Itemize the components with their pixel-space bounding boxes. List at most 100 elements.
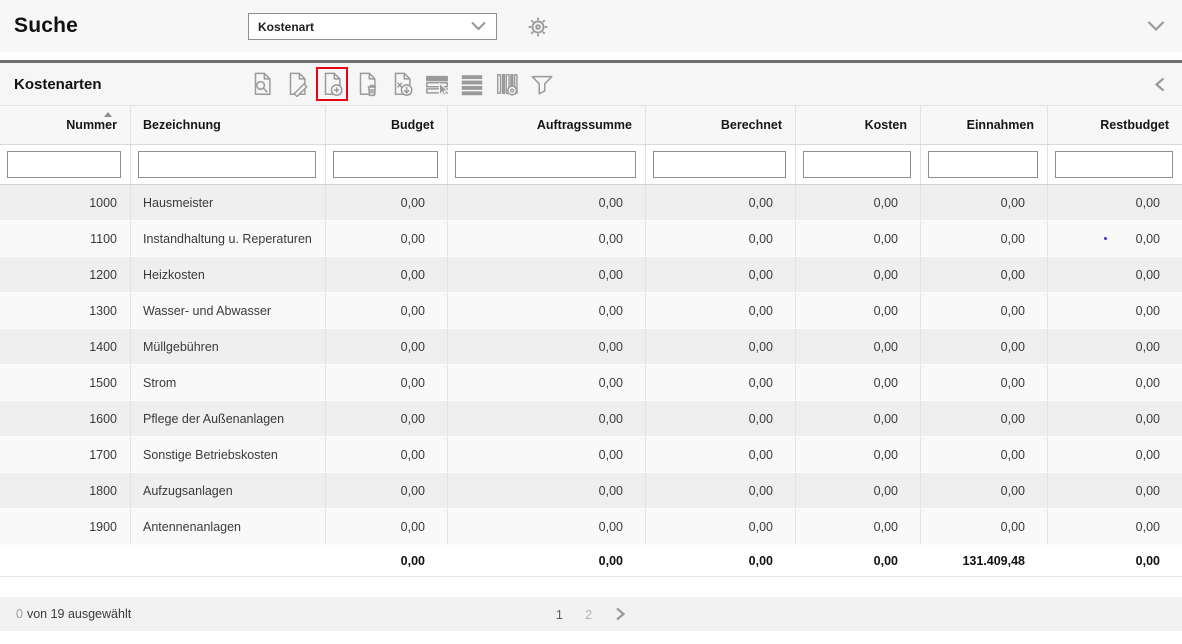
cell-bezeichnung: Wasser- und Abwasser	[130, 293, 325, 328]
page-button-2[interactable]: 2	[585, 607, 592, 622]
delete-button[interactable]	[351, 67, 383, 101]
cell-berechnet: 0,00	[645, 401, 795, 436]
cell-bezeichnung: Sonstige Betriebskosten	[130, 437, 325, 472]
column-header-kosten[interactable]: Kosten	[795, 106, 920, 144]
table-select-icon	[424, 71, 450, 97]
filter-input-kosten[interactable]	[803, 151, 911, 178]
footer: 0von 19 ausgewählt 1 2	[0, 597, 1182, 631]
table-row-1800[interactable]: 1800Aufzugsanlagen0,000,000,000,000,000,…	[0, 473, 1182, 509]
search-type-dropdown[interactable]: Kostenart	[248, 13, 497, 40]
cell-auftragssumme: 0,00	[447, 329, 645, 364]
total-berechnet: 0,00	[645, 545, 795, 576]
filter-input-bezeichnung[interactable]	[138, 151, 316, 178]
add-button[interactable]	[316, 67, 348, 101]
table-row-1600[interactable]: 1600Pflege der Außenanlagen0,000,000,000…	[0, 401, 1182, 437]
column-header-nummer[interactable]: Nummer	[0, 106, 130, 144]
cell-budget: 0,00	[325, 221, 447, 256]
filter-cell-restbudget	[1047, 145, 1182, 184]
cell-berechnet: 0,00	[645, 329, 795, 364]
cell-nummer: 1900	[0, 509, 130, 544]
row-layout-button[interactable]	[456, 67, 488, 101]
cell-restbudget: 0,00	[1047, 257, 1182, 292]
cell-berechnet: 0,00	[645, 185, 795, 220]
table-row-1000[interactable]: 1000Hausmeister0,000,000,000,000,000,00	[0, 185, 1182, 221]
edit-button[interactable]	[281, 67, 313, 101]
filter-input-budget[interactable]	[333, 151, 438, 178]
cell-bezeichnung: Pflege der Außenanlagen	[130, 401, 325, 436]
table-row-1700[interactable]: 1700Sonstige Betriebskosten0,000,000,000…	[0, 437, 1182, 473]
column-label: Berechnet	[721, 118, 782, 132]
filter-input-einnahmen[interactable]	[928, 151, 1038, 178]
next-page-icon[interactable]	[614, 606, 626, 622]
collapse-panel-icon[interactable]	[1154, 76, 1166, 98]
cell-auftragssumme: 0,00	[447, 221, 645, 256]
total-nummer	[0, 545, 130, 576]
export-button[interactable]	[386, 67, 418, 101]
select-mode-button[interactable]	[421, 67, 453, 101]
table-row-1400[interactable]: 1400Müllgebühren0,000,000,000,000,000,00	[0, 329, 1182, 365]
filter-cell-budget	[325, 145, 447, 184]
column-header-bezeichnung[interactable]: Bezeichnung	[130, 106, 325, 144]
cell-budget: 0,00	[325, 185, 447, 220]
cell-restbudget: 0,00	[1047, 329, 1182, 364]
filter-input-berechnet[interactable]	[653, 151, 786, 178]
cell-bezeichnung: Antennenanlagen	[130, 509, 325, 544]
cell-kosten: 0,00	[795, 257, 920, 292]
cell-berechnet: 0,00	[645, 437, 795, 472]
cell-einnahmen: 0,00	[920, 473, 1047, 508]
column-label: Bezeichnung	[143, 118, 221, 132]
cell-nummer: 1600	[0, 401, 130, 436]
column-settings-button[interactable]	[491, 67, 523, 101]
settings-gear-icon[interactable]	[524, 13, 551, 40]
section-gap	[0, 52, 1182, 60]
search-type-value: Kostenart	[258, 20, 314, 34]
rows-icon	[459, 71, 485, 97]
cell-einnahmen: 0,00	[920, 293, 1047, 328]
filter-button[interactable]	[526, 67, 558, 101]
column-header-berechnet[interactable]: Berechnet	[645, 106, 795, 144]
column-label: Auftragssumme	[537, 118, 632, 132]
cell-budget: 0,00	[325, 509, 447, 544]
column-header-einnahmen[interactable]: Einnahmen	[920, 106, 1047, 144]
table-row-1100[interactable]: 1100Instandhaltung u. Reperaturen0,000,0…	[0, 221, 1182, 257]
collapse-search-icon[interactable]	[1146, 19, 1166, 37]
column-header-budget[interactable]: Budget	[325, 106, 447, 144]
cell-kosten: 0,00	[795, 221, 920, 256]
total-restbudget: 0,00	[1047, 545, 1182, 576]
document-edit-icon	[284, 71, 310, 97]
panel-header-bar: Kostenarten	[0, 63, 1182, 105]
pagination: 1 2	[0, 606, 1182, 622]
cell-auftragssumme: 0,00	[447, 293, 645, 328]
table-body: 1000Hausmeister0,000,000,000,000,000,001…	[0, 185, 1182, 545]
table-row-1200[interactable]: 1200Heizkosten0,000,000,000,000,000,00	[0, 257, 1182, 293]
cell-kosten: 0,00	[795, 401, 920, 436]
cell-kosten: 0,00	[795, 365, 920, 400]
filter-input-auftragssumme[interactable]	[455, 151, 636, 178]
page-button-1[interactable]: 1	[556, 607, 563, 622]
table-row-1900[interactable]: 1900Antennenanlagen0,000,000,000,000,000…	[0, 509, 1182, 545]
filter-input-restbudget[interactable]	[1055, 151, 1173, 178]
chevron-down-icon	[470, 18, 487, 36]
total-budget: 0,00	[325, 545, 447, 576]
cell-kosten: 0,00	[795, 437, 920, 472]
table: Nummer Bezeichnung Budget Auftragssumme Bere…	[0, 105, 1182, 577]
column-header-restbudget[interactable]: Restbudget	[1047, 106, 1182, 144]
filter-input-nummer[interactable]	[7, 151, 121, 178]
total-bezeichnung	[130, 545, 325, 576]
cell-berechnet: 0,00	[645, 473, 795, 508]
cell-kosten: 0,00	[795, 509, 920, 544]
panel-title: Kostenarten	[14, 76, 102, 93]
app-window: Suche Kostenart Kostenarten	[0, 0, 1182, 644]
table-row-1300[interactable]: 1300Wasser- und Abwasser0,000,000,000,00…	[0, 293, 1182, 329]
table-row-1500[interactable]: 1500Strom0,000,000,000,000,000,00	[0, 365, 1182, 401]
cell-bezeichnung: Instandhaltung u. Reperaturen	[130, 221, 325, 256]
cell-nummer: 1500	[0, 365, 130, 400]
cell-nummer: 1700	[0, 437, 130, 472]
filter-cell-nummer	[0, 145, 130, 184]
column-header-auftragssumme[interactable]: Auftragssumme	[447, 106, 645, 144]
toolbar	[246, 67, 558, 101]
column-label: Nummer	[66, 118, 117, 132]
filter-cell-einnahmen	[920, 145, 1047, 184]
table-filter-row	[0, 145, 1182, 185]
preview-button[interactable]	[246, 67, 278, 101]
